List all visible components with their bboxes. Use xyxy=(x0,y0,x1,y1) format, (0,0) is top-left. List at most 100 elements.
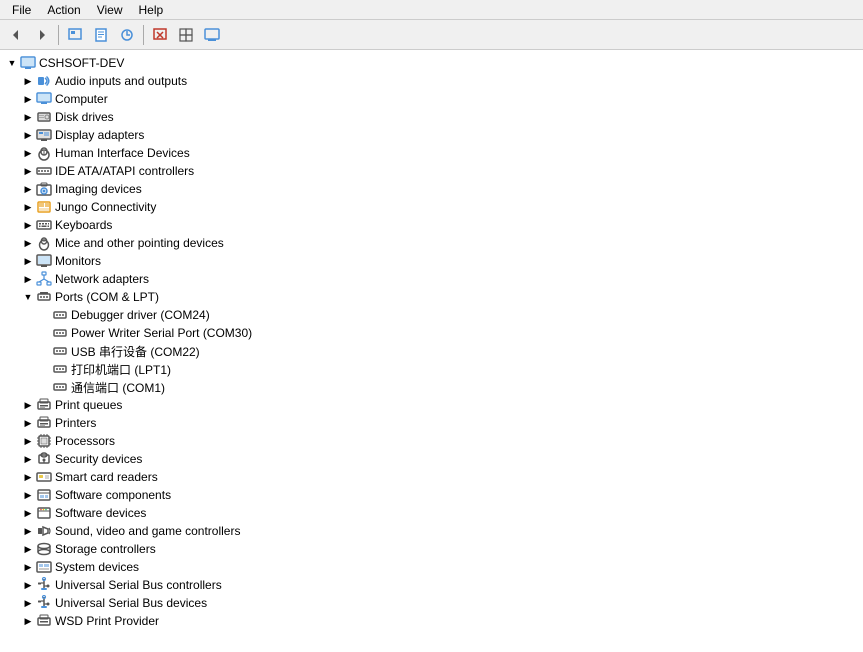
tree-item-lpt1[interactable]: 打印机端口 (LPT1) xyxy=(0,360,863,378)
menu-view[interactable]: View xyxy=(89,1,131,19)
mice-label: Mice and other pointing devices xyxy=(55,236,224,250)
tree-item-com22[interactable]: USB 串行设备 (COM22) xyxy=(0,342,863,360)
com30-icon xyxy=(52,325,68,341)
expand-com24 xyxy=(36,307,52,323)
usbdevices-icon xyxy=(36,595,52,611)
expand-softwaredevices[interactable] xyxy=(20,505,36,521)
back-icon xyxy=(9,28,23,42)
menu-help[interactable]: Help xyxy=(131,1,172,19)
tree-item-disk[interactable]: Disk drives xyxy=(0,108,863,126)
tree-item-sound[interactable]: Sound, video and game controllers xyxy=(0,522,863,540)
expand-audio[interactable] xyxy=(20,73,36,89)
expand-keyboard[interactable] xyxy=(20,217,36,233)
properties-button[interactable] xyxy=(89,23,113,47)
forward-button[interactable] xyxy=(30,23,54,47)
expand-softwarecomponents[interactable] xyxy=(20,487,36,503)
security-label: Security devices xyxy=(55,452,142,466)
expand-processors[interactable] xyxy=(20,433,36,449)
ide-label: IDE ATA/ATAPI controllers xyxy=(55,164,194,178)
security-icon xyxy=(36,451,52,467)
tree-item-monitors[interactable]: Monitors xyxy=(0,252,863,270)
tree-item-computer[interactable]: Computer xyxy=(0,90,863,108)
tree-item-printqueues[interactable]: Print queues xyxy=(0,396,863,414)
tree-item-imaging[interactable]: Imaging devices xyxy=(0,180,863,198)
expand-usbdevices[interactable] xyxy=(20,595,36,611)
display-icon xyxy=(204,28,220,42)
menu-action[interactable]: Action xyxy=(39,1,88,19)
expand-hid[interactable] xyxy=(20,145,36,161)
uninstall-button[interactable] xyxy=(148,23,172,47)
expand-systemdevices[interactable] xyxy=(20,559,36,575)
tree-item-storage[interactable]: Storage controllers xyxy=(0,540,863,558)
printqueues-icon xyxy=(36,397,52,413)
tree-item-com24[interactable]: Debugger driver (COM24) xyxy=(0,306,863,324)
expand-wsd[interactable] xyxy=(20,613,36,629)
expand-printers[interactable] xyxy=(20,415,36,431)
expand-mice[interactable] xyxy=(20,235,36,251)
tree-item-mice[interactable]: Mice and other pointing devices xyxy=(0,234,863,252)
tree-item-usbcontrollers[interactable]: Universal Serial Bus controllers xyxy=(0,576,863,594)
expand-smartcard[interactable] xyxy=(20,469,36,485)
usbcontrollers-label: Universal Serial Bus controllers xyxy=(55,578,222,592)
imaging-icon xyxy=(36,181,52,197)
root-label: CSHSOFT-DEV xyxy=(39,56,124,70)
systemdevices-icon xyxy=(36,559,52,575)
tree-item-softwarecomponents[interactable]: Software components xyxy=(0,486,863,504)
expand-imaging[interactable] xyxy=(20,181,36,197)
scan-button[interactable] xyxy=(174,23,198,47)
back-button[interactable] xyxy=(4,23,28,47)
tree-root[interactable]: CSHSOFT-DEV xyxy=(0,54,863,72)
com1-icon xyxy=(52,379,68,395)
tree-item-audio[interactable]: Audio inputs and outputs xyxy=(0,72,863,90)
tree-item-com30[interactable]: Power Writer Serial Port (COM30) xyxy=(0,324,863,342)
menu-file[interactable]: File xyxy=(4,1,39,19)
expand-network[interactable] xyxy=(20,271,36,287)
expand-jungo[interactable] xyxy=(20,199,36,215)
wsd-label: WSD Print Provider xyxy=(55,614,159,628)
expand-storage[interactable] xyxy=(20,541,36,557)
tree-view: CSHSOFT-DEV Audio inputs and outputs xyxy=(0,50,863,634)
tree-item-keyboard[interactable]: Keyboards xyxy=(0,216,863,234)
update-driver-button[interactable] xyxy=(115,23,139,47)
systemdevices-label: System devices xyxy=(55,560,139,574)
expand-usbcontrollers[interactable] xyxy=(20,577,36,593)
expand-com30 xyxy=(36,325,52,341)
expand-computer[interactable] xyxy=(20,91,36,107)
tree-item-security[interactable]: Security devices xyxy=(0,450,863,468)
tree-item-display[interactable]: Display adapters xyxy=(0,126,863,144)
ports-icon xyxy=(36,289,52,305)
tree-item-smartcard[interactable]: Smart card readers xyxy=(0,468,863,486)
tree-item-ide[interactable]: IDE ATA/ATAPI controllers xyxy=(0,162,863,180)
show-hide-button[interactable] xyxy=(63,23,87,47)
expand-display[interactable] xyxy=(20,127,36,143)
expand-root[interactable] xyxy=(4,55,20,71)
smartcard-label: Smart card readers xyxy=(55,470,158,484)
com24-label: Debugger driver (COM24) xyxy=(71,308,210,322)
expand-printqueues[interactable] xyxy=(20,397,36,413)
expand-disk[interactable] xyxy=(20,109,36,125)
tree-item-wsd[interactable]: WSD Print Provider xyxy=(0,612,863,630)
display-button[interactable] xyxy=(200,23,224,47)
expand-com22 xyxy=(36,343,52,359)
tree-item-softwaredevices[interactable]: Software devices xyxy=(0,504,863,522)
tree-item-usbdevices[interactable]: Universal Serial Bus devices xyxy=(0,594,863,612)
tree-item-network[interactable]: Network adapters xyxy=(0,270,863,288)
properties-icon xyxy=(94,28,108,42)
tree-item-processors[interactable]: Processors xyxy=(0,432,863,450)
expand-sound[interactable] xyxy=(20,523,36,539)
tree-item-com1[interactable]: 通信端口 (COM1) xyxy=(0,378,863,396)
printers-icon xyxy=(36,415,52,431)
expand-lpt1 xyxy=(36,361,52,377)
tree-item-systemdevices[interactable]: System devices xyxy=(0,558,863,576)
display-label: Display adapters xyxy=(55,128,144,142)
keyboard-label: Keyboards xyxy=(55,218,112,232)
expand-monitors[interactable] xyxy=(20,253,36,269)
tree-item-hid[interactable]: Human Interface Devices xyxy=(0,144,863,162)
expand-security[interactable] xyxy=(20,451,36,467)
printqueues-label: Print queues xyxy=(55,398,122,412)
expand-ports[interactable] xyxy=(20,289,36,305)
expand-ide[interactable] xyxy=(20,163,36,179)
tree-item-jungo[interactable]: Jungo Connectivity xyxy=(0,198,863,216)
tree-item-ports[interactable]: Ports (COM & LPT) xyxy=(0,288,863,306)
tree-item-printers[interactable]: Printers xyxy=(0,414,863,432)
